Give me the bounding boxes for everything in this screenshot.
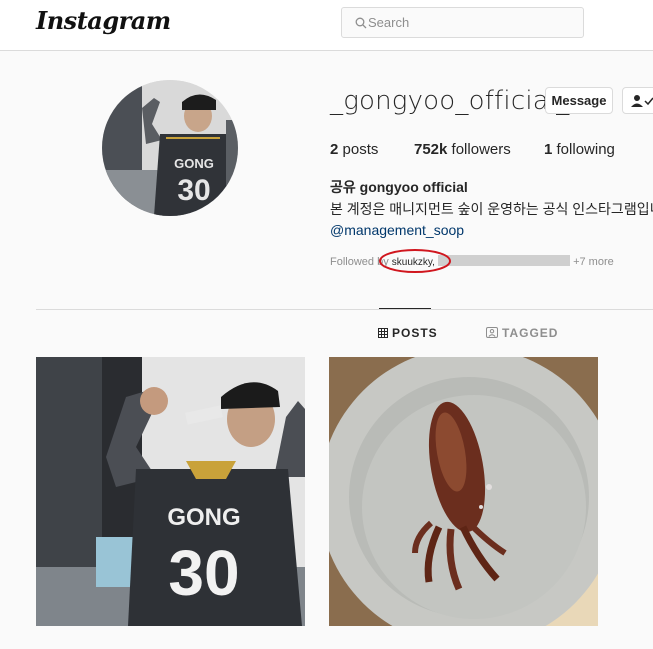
- posts-label: posts: [342, 141, 379, 158]
- search-icon: [355, 17, 367, 29]
- tab-posts-label: POSTS: [392, 326, 438, 340]
- following-count-stat[interactable]: 1 following: [544, 141, 615, 158]
- post-jersey-name: GONG: [167, 504, 240, 531]
- search-box[interactable]: [341, 7, 584, 38]
- tab-posts[interactable]: POSTS: [378, 326, 438, 340]
- profile-mention-link[interactable]: @management_soop: [330, 222, 464, 238]
- profile-full-name: 공유 gongyoo official: [330, 179, 468, 195]
- profile-bio: 본 계정은 매니지먼트 숲이 운영하는 공식 인스타그램입니다: [330, 201, 653, 217]
- avatar-photo: GONG 30: [102, 80, 238, 216]
- profile-avatar[interactable]: GONG 30: [102, 80, 238, 216]
- instagram-logo[interactable]: Instagram: [36, 6, 171, 35]
- follow-button[interactable]: [622, 87, 653, 114]
- message-button[interactable]: Message: [545, 87, 613, 114]
- posts-count-stat: 2 posts: [330, 141, 378, 158]
- tabs-divider: [36, 309, 653, 310]
- person-check-icon: [631, 95, 653, 107]
- followed-by-line[interactable]: Followed by skuukzky, +7 more: [330, 255, 614, 268]
- post-thumbnail-2[interactable]: [329, 357, 598, 626]
- followers-count-stat[interactable]: 752k followers: [414, 141, 511, 158]
- tab-tagged-label: TAGGED: [502, 326, 559, 340]
- search-input[interactable]: [368, 12, 568, 33]
- followers-label: followers: [451, 141, 511, 158]
- jersey-number-text: 30: [177, 174, 210, 207]
- redacted-block: [438, 255, 570, 266]
- followed-by-more[interactable]: +7 more: [573, 256, 614, 268]
- post-2-image: [329, 357, 598, 626]
- tab-tagged[interactable]: TAGGED: [486, 326, 558, 340]
- top-nav-bar: Instagram: [0, 0, 653, 51]
- red-circle-annotation: [379, 249, 451, 273]
- tagged-person-icon: [486, 327, 498, 338]
- jersey-name-text: GONG: [174, 156, 214, 171]
- profile-username: _gongyoo_official_: [330, 86, 570, 116]
- followers-count: 752k: [414, 141, 448, 158]
- posts-count: 2: [330, 141, 339, 158]
- following-count: 1: [544, 141, 553, 158]
- active-tab-indicator: [379, 308, 431, 309]
- following-label: following: [556, 141, 615, 158]
- post-1-image: GONG 30: [36, 357, 305, 626]
- post-thumbnail-1[interactable]: GONG 30: [36, 357, 305, 626]
- post-jersey-number: 30: [168, 537, 239, 609]
- grid-icon: [378, 328, 388, 338]
